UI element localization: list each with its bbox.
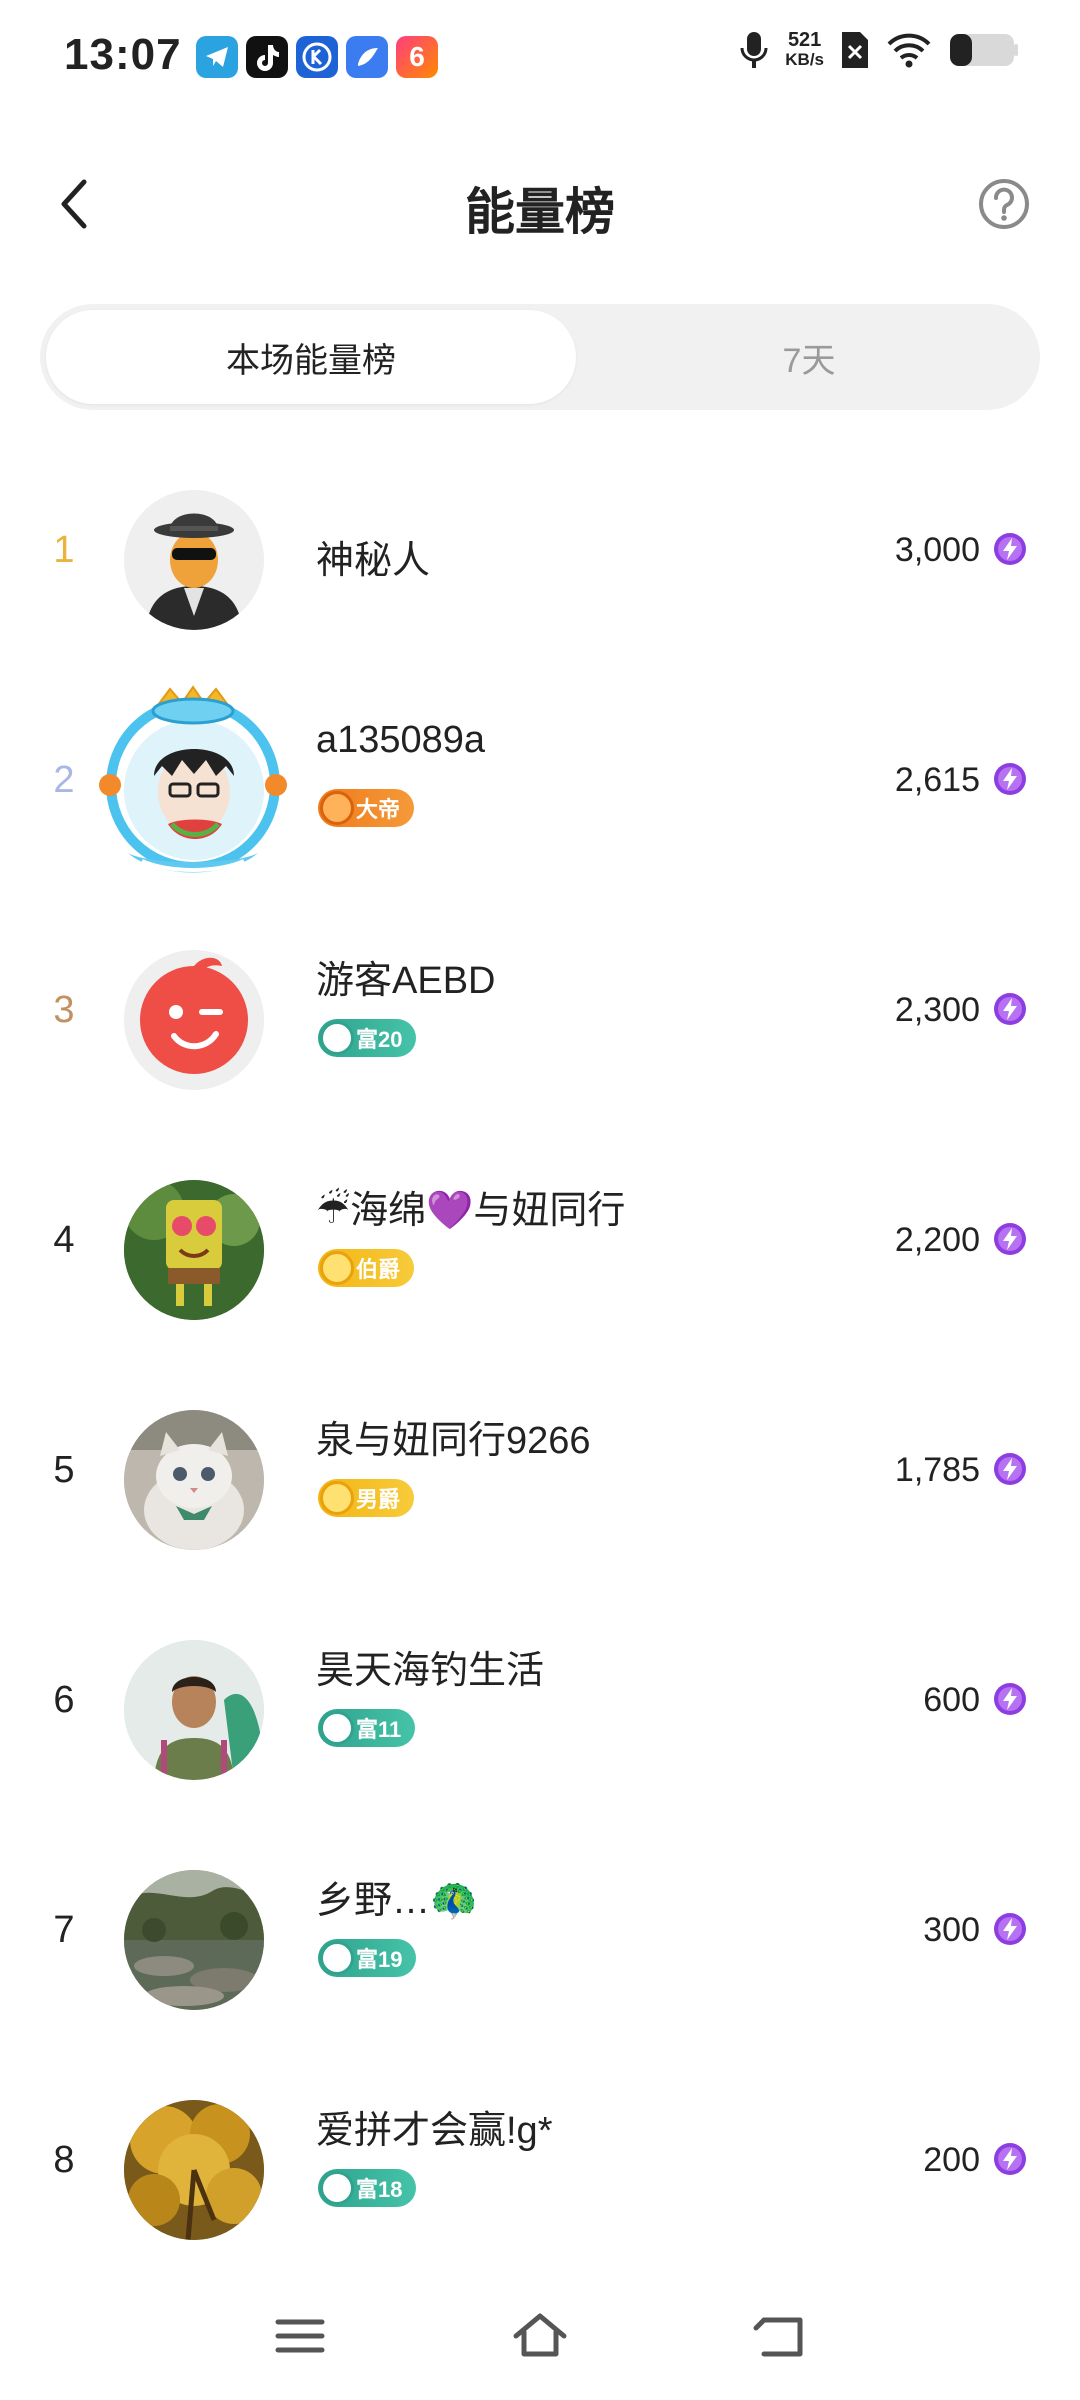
microphone-icon	[740, 32, 768, 68]
network-speed: 521 KB/s	[785, 29, 824, 69]
energy-icon	[994, 763, 1026, 795]
system-nav-bar	[0, 2270, 1080, 2400]
noble-badge-icon	[320, 1251, 354, 1285]
user-name: 爱拼才会赢!g*	[316, 2110, 553, 2152]
list-item[interactable]: 7 乡野…🦚 富19 300	[0, 1825, 1080, 2055]
energy-icon	[994, 533, 1026, 565]
avatar[interactable]	[124, 1640, 264, 1780]
avatar[interactable]	[124, 950, 264, 1090]
energy-icon	[994, 1453, 1026, 1485]
rank-number: 4	[53, 1219, 75, 1261]
user-name: ☔海绵💜与妞同行	[316, 1190, 626, 1232]
level-badge: 富11	[318, 1709, 416, 1747]
k-app-icon	[296, 36, 338, 78]
level-badge: 富19	[318, 1939, 417, 1977]
energy-score: 3,000	[894, 531, 980, 569]
level-badge: 大帝	[318, 789, 415, 827]
home-icon[interactable]	[510, 2306, 570, 2366]
battery-icon	[950, 34, 1018, 66]
list-item[interactable]: 8 爱拼才会赢!g* 富18 200	[0, 2055, 1080, 2285]
user-name: 神秘人	[316, 540, 431, 582]
energy-score: 2,615	[894, 761, 980, 799]
list-item[interactable]: 4 ☔海绵💜与妞同行 伯爵 2,200	[0, 1135, 1080, 1365]
rank-number: 2	[53, 759, 75, 801]
user-name: 游客AEBD	[316, 960, 496, 1002]
user-name: 泉与妞同行9266	[316, 1420, 591, 1462]
user-name: a135089a	[316, 719, 486, 761]
avatar[interactable]	[124, 1180, 264, 1320]
avatar[interactable]	[124, 2100, 264, 2240]
avatar[interactable]	[124, 1410, 264, 1550]
energy-icon	[994, 1913, 1026, 1945]
energy-score: 2,200	[894, 1221, 980, 1259]
tiktok-icon	[246, 36, 288, 78]
list-item[interactable]: 1 神秘人 3,000	[0, 445, 1080, 675]
list-item[interactable]: 2 a135089a 大帝 2,615	[0, 675, 1080, 905]
level-badge: 富18	[318, 2169, 417, 2207]
user-name: 昊天海钓生活	[316, 1650, 545, 1692]
back-nav-icon[interactable]	[750, 2306, 810, 2366]
list-item[interactable]: 5 泉与妞同行9266 男爵 1,785	[0, 1365, 1080, 1595]
energy-icon	[994, 993, 1026, 1025]
rank-number: 6	[53, 1679, 75, 1721]
tab-7-days[interactable]: 7天	[584, 310, 1034, 404]
rank-number: 3	[53, 989, 75, 1031]
energy-score: 300	[923, 1911, 980, 1949]
no-sim-icon	[842, 32, 868, 68]
energy-score: 1,785	[894, 1451, 980, 1489]
system-status-icons: 521 KB/s	[739, 30, 1020, 70]
level-badge: 富20	[318, 1019, 417, 1057]
user-name: 乡野…🦚	[316, 1880, 478, 1922]
menu-icon[interactable]	[270, 2306, 330, 2366]
status-bar: 13:07 6 521 KB/s	[0, 0, 1080, 110]
crown-badge-icon	[320, 791, 354, 825]
wifi-icon	[887, 33, 931, 68]
noble-badge-icon	[320, 1481, 354, 1515]
telegram-icon	[196, 36, 238, 78]
wealth-badge-icon	[320, 1941, 354, 1975]
level-badge: 伯爵	[318, 1249, 415, 1287]
level-badge: 男爵	[318, 1479, 415, 1517]
energy-score: 2,300	[894, 991, 980, 1029]
page-header: 能量榜	[0, 150, 1080, 260]
list-item[interactable]: 3 游客AEBD 富20 2,300	[0, 905, 1080, 1135]
energy-score: 600	[923, 1681, 980, 1719]
energy-icon	[994, 1223, 1026, 1255]
energy-icon	[994, 2143, 1026, 2175]
page-title: 能量榜	[465, 184, 615, 240]
wealth-badge-icon	[320, 1711, 354, 1745]
avatar[interactable]	[124, 1870, 264, 2010]
browser-icon	[346, 36, 388, 78]
status-time: 13:07	[64, 30, 182, 79]
avatar[interactable]	[124, 490, 264, 630]
energy-icon	[994, 1683, 1026, 1715]
wealth-badge-icon	[320, 1021, 354, 1055]
help-icon[interactable]	[976, 176, 1032, 232]
energy-score: 200	[923, 2141, 980, 2179]
rank-number: 7	[53, 1909, 75, 1951]
tab-bar: 本场能量榜 7天	[40, 304, 1040, 410]
rank-number: 1	[53, 529, 75, 571]
rank-number: 8	[53, 2139, 75, 2181]
tab-current-session[interactable]: 本场能量榜	[46, 310, 576, 404]
notification-icons: 6	[196, 36, 438, 78]
six-app-icon: 6	[396, 36, 438, 78]
list-item[interactable]: 6 昊天海钓生活 富11 600	[0, 1595, 1080, 1825]
wealth-badge-icon	[320, 2171, 354, 2205]
avatar[interactable]	[124, 720, 264, 860]
rank-number: 5	[53, 1449, 75, 1491]
